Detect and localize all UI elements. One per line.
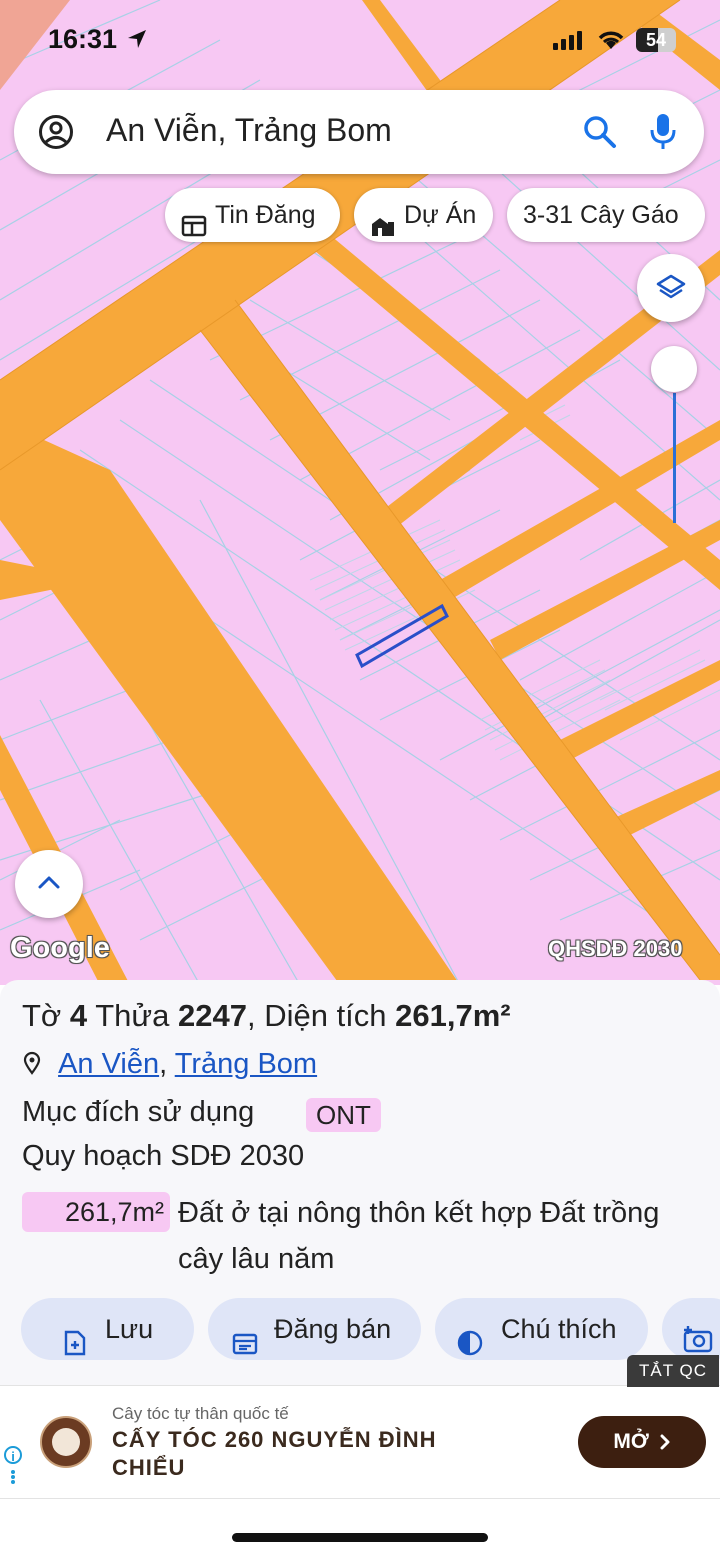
chip-du-an[interactable]: Dự Án [354,188,493,242]
sheet-number: 4 [69,998,88,1033]
save-label: Lưu [105,1314,154,1344]
ad-headline: CẤY TÓC 260 NGUYỄN ĐÌNH CHIỂU [112,1427,437,1480]
info-icon[interactable]: i [4,1446,22,1464]
ad-open-button[interactable]: MỞ [578,1416,706,1468]
legend-icon [457,1316,483,1378]
opacity-slider-handle[interactable] [651,346,697,392]
parcel-area: 261,7m² [395,998,511,1033]
chip-plan-name[interactable]: 3-31 Cây Gáo [507,188,705,242]
layers-button[interactable] [637,254,705,322]
battery-indicator: 54 [636,28,676,52]
chip-tin-dang[interactable]: Tin Đăng [165,188,340,242]
plan-description: Đất ở tại nông thôn kết hợp Đất trồng câ… [178,1197,660,1275]
plan-area-badge: 261,7m² [22,1192,170,1232]
save-button[interactable]: Lưu [21,1298,194,1360]
search-query[interactable]: An Viễn, Trảng Bom [106,112,392,149]
advertiser-logo [40,1416,92,1468]
ad-cta-label: MỞ [613,1430,649,1453]
purpose-code-badge: ONT [306,1098,381,1132]
legend-button[interactable]: Chú thích [435,1298,648,1360]
location-pin-icon [22,1050,50,1082]
status-time: 16:31 [48,24,118,54]
post-icon [232,1316,258,1378]
commune-link[interactable]: An Viễn [58,1048,159,1080]
home-indicator[interactable] [232,1533,488,1542]
wifi-icon [596,29,626,56]
plan-label: Quy hoạch SDĐ 2030 [22,1140,305,1172]
search-icon[interactable] [582,114,618,155]
parcel-info-panel: Tờ 4 Thửa 2247, Diện tích 261,7m² An Viễ… [0,980,720,1385]
more-vertical-icon[interactable] [10,1470,16,1489]
close-ad-button[interactable]: TẮT QC [627,1355,719,1387]
post-label: Đăng bán [274,1314,392,1344]
cellular-signal-icon [553,30,583,55]
parcel-number: 2247 [178,998,247,1033]
chip-label: Dự Án [404,201,477,229]
location-arrow-icon [126,28,148,55]
plan-overlay-label: QHSDĐ 2030 [548,936,683,961]
chip-label: Tin Đăng [215,201,316,229]
parcel-title: Tờ 4 Thửa 2247, Diện tích 261,7m² [22,998,511,1033]
search-bar[interactable]: An Viễn, Trảng Bom [14,90,704,174]
account-icon[interactable] [38,114,74,155]
ad-subtitle: Cây tóc tự thân quốc tế [112,1404,289,1423]
district-link[interactable]: Trảng Bom [175,1048,317,1080]
layers-icon [656,273,686,308]
chevron-up-icon [37,874,61,895]
parcel-location: An Viễn, Trảng Bom [22,1048,317,1081]
post-for-sale-button[interactable]: Đăng bán [208,1298,421,1360]
opacity-slider-track[interactable] [673,393,676,523]
legend-label: Chú thích [501,1314,617,1344]
purpose-label: Mục đích sử dụng [22,1096,255,1128]
building-icon [370,203,396,257]
google-attribution: Google [10,932,110,964]
table-icon [181,203,207,257]
camera-button[interactable] [662,1298,720,1360]
ad-banner[interactable]: i Cây tóc tự thân quốc tế CẤY TÓC 260 NG… [0,1385,720,1499]
expand-up-button[interactable] [15,850,83,918]
save-add-icon [63,1316,87,1378]
microphone-icon[interactable] [648,112,678,157]
chip-label: 3-31 Cây Gáo [523,201,679,229]
status-bar: 16:31 54 [0,22,720,62]
chevron-right-icon [659,1432,671,1455]
